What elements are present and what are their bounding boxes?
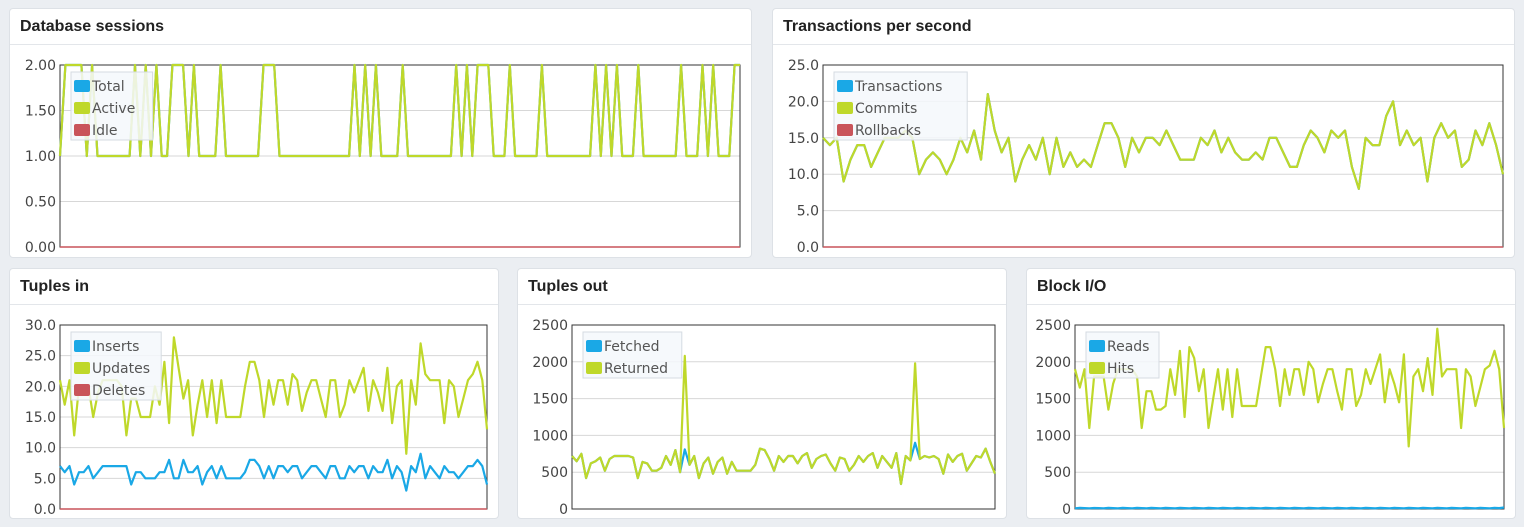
chart-transactions-per-second: 0.0 5.0 10.0 15.0 20.0 25.0 Transactions Commit… [788, 58, 1505, 256]
y-tick-label: 500 [1044, 465, 1071, 481]
y-tick-label: 2500 [532, 318, 568, 334]
y-tick-label: 1500 [532, 392, 568, 408]
legend-label: Transactions [854, 79, 942, 95]
panel-tuples-in: Tuples in 0.0 5.0 10.0 15.0 20.0 25.0 30.0 Inse… [9, 268, 499, 519]
legend-label: Total [91, 79, 125, 95]
panel-title: Database sessions [10, 9, 751, 45]
chart-tuples-in: 0.0 5.0 10.0 15.0 20.0 25.0 30.0 Inserts Updates… [25, 318, 489, 518]
y-tick-label: 1500 [1035, 392, 1071, 408]
y-tick-label: 0.00 [25, 240, 56, 256]
series-line-reads [1074, 506, 1505, 510]
y-tick-label: 15.0 [788, 131, 819, 147]
legend-swatch [837, 80, 853, 92]
legend-swatch [74, 362, 90, 374]
chart-block-io: 0 500 1000 1500 2000 2500 Reads Hits [1035, 318, 1506, 518]
chart-database-sessions: 0.00 0.50 1.00 1.50 2.00 Total Active Idle [25, 58, 741, 256]
panel-tuples-out: Tuples out 0 500 1000 1500 2000 2500 Fetched Re… [517, 268, 1007, 519]
y-tick-label: 5.0 [797, 204, 819, 220]
y-tick-label: 1.00 [25, 149, 56, 165]
legend-label: Inserts [92, 339, 139, 355]
legend-label: Reads [1107, 339, 1149, 355]
panel-block-io: Block I/O 0 500 1000 1500 2000 2500 Reads Hits [1026, 268, 1516, 519]
y-tick-label: 1000 [532, 428, 568, 444]
legend-swatch [74, 80, 90, 92]
panel-title: Transactions per second [773, 9, 1514, 45]
legend-label: Commits [855, 101, 917, 117]
y-tick-label: 25.0 [25, 349, 56, 365]
y-tick-label: 1.50 [25, 104, 56, 120]
legend-swatch [586, 340, 602, 352]
y-tick-label: 0.50 [25, 195, 56, 211]
y-tick-label: 0.0 [797, 240, 819, 256]
y-tick-label: 15.0 [25, 410, 56, 426]
legend-label: Rollbacks [855, 123, 921, 139]
y-tick-label: 500 [541, 465, 568, 481]
y-tick-label: 25.0 [788, 58, 819, 74]
legend-label: Fetched [604, 339, 659, 355]
y-tick-label: 0.0 [34, 502, 56, 518]
legend-label: Idle [92, 123, 118, 139]
y-tick-label: 0 [559, 502, 568, 518]
legend-swatch [586, 362, 602, 374]
legend-label: Active [92, 101, 135, 117]
y-tick-label: 30.0 [25, 318, 56, 334]
legend-swatch [74, 340, 90, 352]
chart-tuples-out: 0 500 1000 1500 2000 2500 Fetched Returned [532, 318, 997, 518]
panel-title: Tuples in [10, 269, 498, 305]
legend-label: Hits [1107, 361, 1134, 377]
legend-label: Updates [92, 361, 150, 377]
panel-database-sessions: Database sessions 0.00 0.50 1.00 1.50 2.00 To… [9, 8, 752, 258]
y-tick-label: 2500 [1035, 318, 1071, 334]
legend-swatch [74, 124, 90, 136]
y-tick-label: 2000 [1035, 355, 1071, 371]
legend-swatch [1089, 362, 1105, 374]
y-tick-label: 20.0 [788, 94, 819, 110]
panel-title: Block I/O [1027, 269, 1515, 305]
y-tick-label: 2000 [532, 355, 568, 371]
panel-title: Tuples out [518, 269, 1006, 305]
legend-label: Deletes [92, 383, 145, 399]
series-line-inserts [59, 452, 489, 492]
legend-swatch [74, 102, 90, 114]
y-tick-label: 5.0 [34, 471, 56, 487]
panel-transactions-per-second: Transactions per second 0.0 5.0 10.0 15.0 20… [772, 8, 1515, 258]
legend-swatch [74, 384, 90, 396]
y-tick-label: 1000 [1035, 428, 1071, 444]
legend-swatch [837, 102, 853, 114]
legend-label: Returned [604, 361, 668, 377]
y-tick-label: 2.00 [25, 58, 56, 74]
y-tick-label: 10.0 [25, 441, 56, 457]
y-tick-label: 10.0 [788, 167, 819, 183]
y-tick-label: 0 [1062, 502, 1071, 518]
legend-swatch [1089, 340, 1105, 352]
legend-swatch [837, 124, 853, 136]
y-tick-label: 20.0 [25, 379, 56, 395]
